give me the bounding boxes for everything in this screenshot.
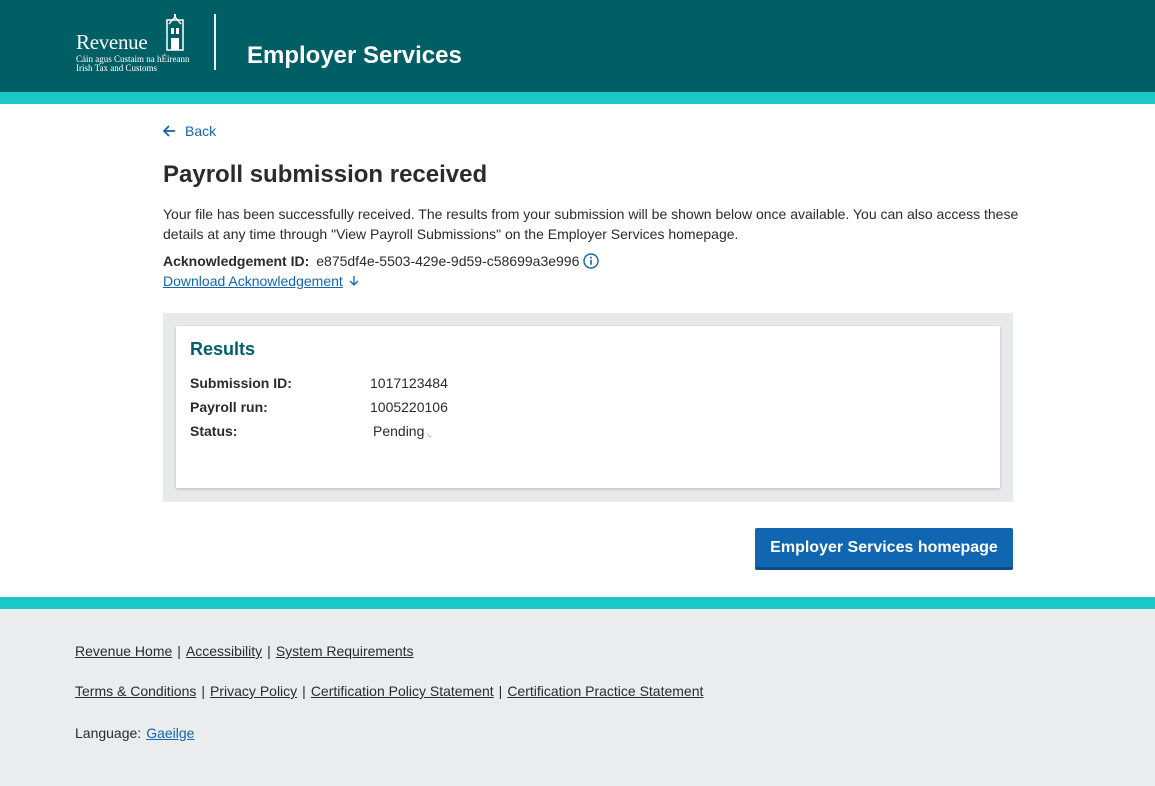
logo-wordmark: Revenue — [76, 30, 148, 54]
logo-english-subtitle: Irish Tax and Customs — [76, 63, 157, 73]
intro-text: Your file has been successfully received… — [163, 206, 1019, 242]
download-acknowledgement-link[interactable]: Download Acknowledgement — [163, 273, 359, 289]
site-footer: Revenue Home | Accessibility | System Re… — [0, 609, 1155, 786]
header-accent-stripe — [0, 92, 1155, 104]
payroll-run-label: Payroll run: — [190, 399, 268, 415]
back-link-label: Back — [185, 123, 217, 139]
back-link[interactable]: Back — [163, 123, 216, 139]
footer-link-terms[interactable]: Terms & Conditions — [75, 683, 196, 699]
site-header: Revenue Cáin agus Custaim na hÉireann Ir… — [0, 0, 1155, 92]
acknowledgement-row: Acknowledgement ID: e875df4e-5503-429e-9… — [163, 253, 600, 269]
revenue-logo[interactable]: Revenue Cáin agus Custaim na hÉireann Ir… — [76, 14, 196, 76]
acknowledgement-id: e875df4e-5503-429e-9d59-c58699a3e996 — [316, 253, 580, 269]
footer-link-accessibility[interactable]: Accessibility — [186, 643, 262, 659]
main-content: Back Payroll submission received Your fi… — [0, 104, 1155, 597]
status-label: Status: — [190, 423, 238, 439]
info-icon[interactable] — [583, 253, 600, 269]
results-title: Results — [190, 339, 256, 359]
loading-spinner-icon: ◟ — [427, 428, 432, 439]
footer-links-row-1: Revenue Home | Accessibility | System Re… — [75, 643, 414, 659]
status-value: Pending ◟ — [373, 423, 431, 439]
arrow-down-icon — [349, 276, 359, 286]
footer-language-row: Language: Gaeilge — [75, 725, 194, 741]
harp-icon — [166, 14, 184, 51]
footer-links-row-2: Terms & Conditions | Privacy Policy | Ce… — [75, 683, 703, 699]
payroll-run-value: 1005220106 — [370, 399, 448, 415]
header-divider — [214, 14, 216, 70]
footer-link-certification-practice[interactable]: Certification Practice Statement — [507, 683, 703, 699]
footer-link-revenue-home[interactable]: Revenue Home — [75, 643, 172, 659]
footer-separator: | — [267, 643, 271, 659]
footer-link-system-requirements[interactable]: System Requirements — [276, 643, 414, 659]
footer-separator: | — [201, 683, 206, 699]
download-link-label: Download Acknowledgement — [163, 273, 343, 289]
footer-separator: | — [302, 683, 306, 699]
footer-link-certification-policy[interactable]: Certification Policy Statement — [311, 683, 494, 699]
page-title: Payroll submission received — [163, 161, 488, 188]
submission-id-value: 1017123484 — [370, 375, 448, 391]
language-link-gaeilge[interactable]: Gaeilge — [146, 725, 194, 741]
footer-link-privacy[interactable]: Privacy Policy — [210, 683, 297, 699]
footer-separator: | — [177, 643, 181, 659]
employer-services-homepage-button[interactable]: Employer Services homepage — [755, 528, 1013, 570]
footer-separator: | — [498, 683, 503, 699]
footer-accent-stripe — [0, 597, 1155, 609]
acknowledgement-label: Acknowledgement ID: — [163, 253, 310, 269]
status-text: Pending — [373, 423, 425, 439]
arrow-left-icon — [163, 125, 175, 137]
header-title: Employer Services — [247, 42, 462, 69]
submission-id-label: Submission ID: — [190, 375, 292, 391]
results-panel: Results Submission ID: 1017123484 Payrol… — [163, 313, 1013, 502]
language-label: Language: — [75, 725, 142, 741]
results-card: Results Submission ID: 1017123484 Payrol… — [176, 326, 1000, 488]
